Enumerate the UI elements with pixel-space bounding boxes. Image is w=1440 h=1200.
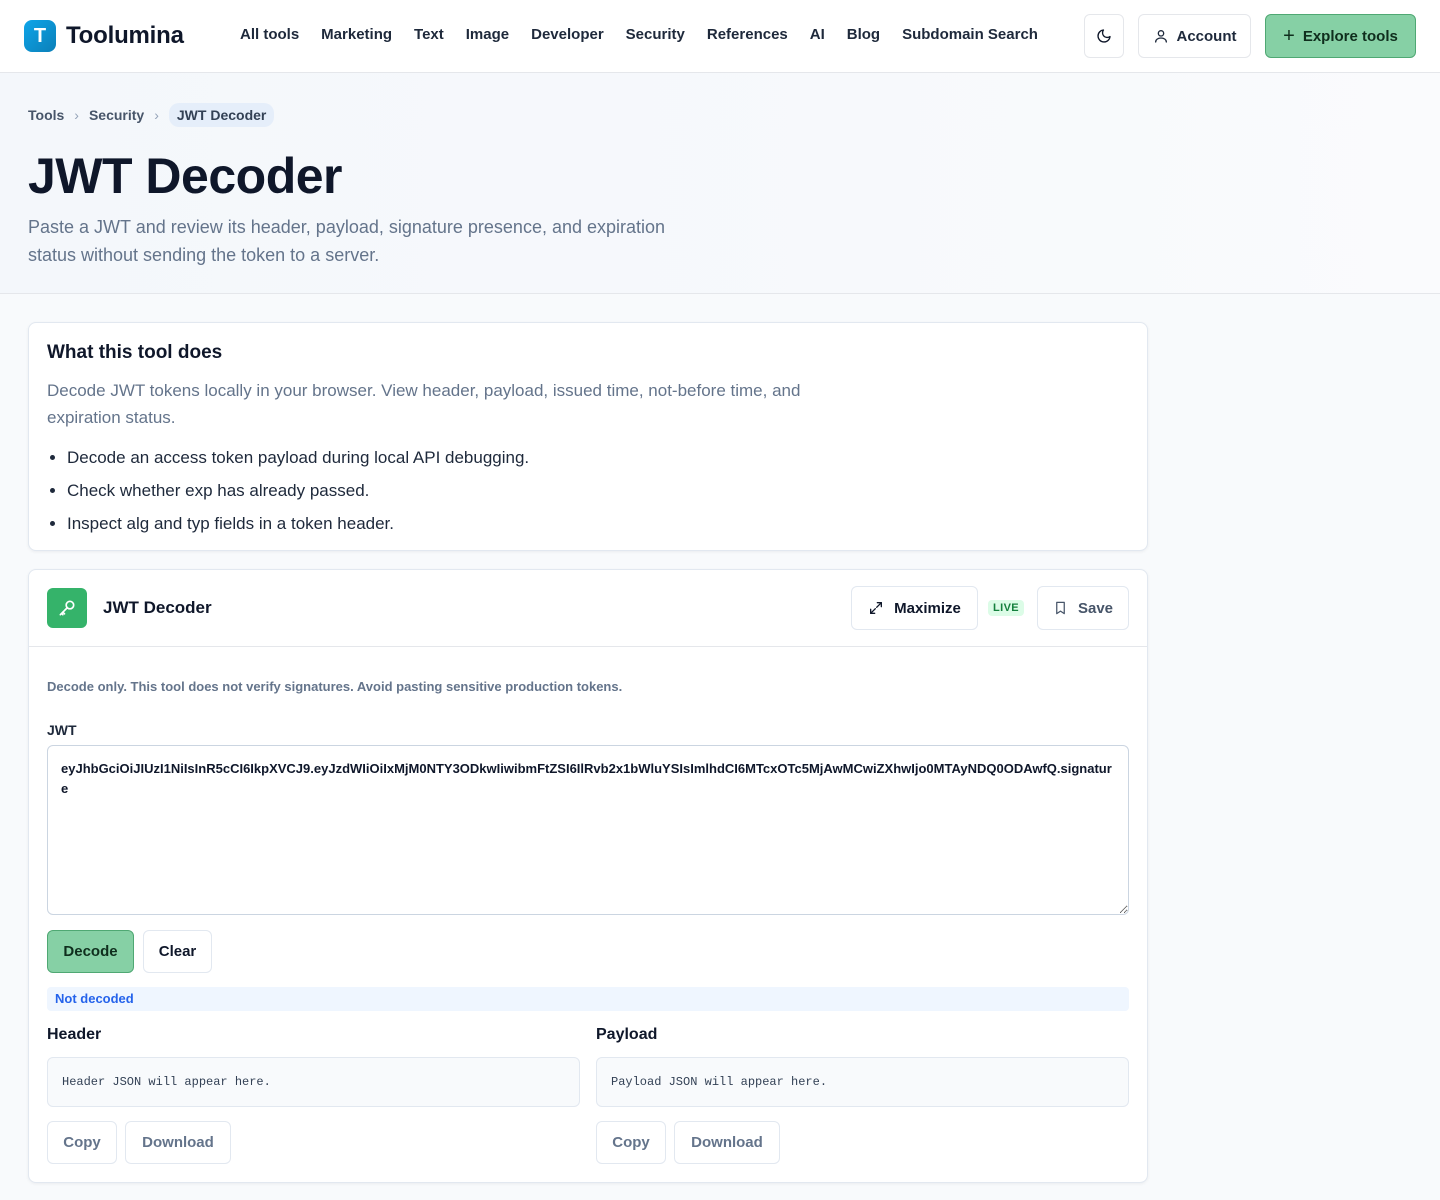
header-output-label: Header — [47, 1026, 102, 1043]
jwt-input-label: JWT — [47, 722, 77, 738]
breadcrumb: Tools › Security › JWT Decoder — [28, 103, 275, 127]
maximize-button[interactable]: Maximize — [851, 586, 978, 630]
chevron-right-icon: › — [154, 107, 159, 123]
brand-logo[interactable]: T Toolumina — [24, 20, 184, 52]
page-hero: Tools › Security › JWT Decoder JWT Decod… — [0, 73, 1440, 294]
account-button[interactable]: Account — [1138, 14, 1251, 58]
clear-button[interactable]: Clear — [143, 930, 212, 973]
nav-item-marketing[interactable]: Marketing — [321, 26, 392, 43]
user-icon — [1154, 30, 1167, 43]
breadcrumb-security[interactable]: Security — [89, 107, 144, 123]
maximize-label: Maximize — [894, 599, 961, 617]
bookmark-icon — [1056, 601, 1065, 615]
key-icon — [47, 588, 87, 628]
header-copy-button[interactable]: Copy — [47, 1121, 117, 1164]
header-download-button[interactable]: Download — [125, 1121, 231, 1164]
explore-tools-label: Explore tools — [1302, 27, 1398, 45]
payload-output-label: Payload — [596, 1026, 658, 1043]
nav-item-image[interactable]: Image — [466, 26, 509, 43]
brand-name: Toolumina — [66, 22, 184, 49]
decode-notice: Decode only. This tool does not verify s… — [47, 679, 623, 694]
plus-icon: + — [1283, 25, 1295, 47]
tool-name: JWT Decoder — [103, 598, 212, 617]
nav-item-subdomain-search[interactable]: Subdomain Search — [902, 26, 1038, 43]
tool-header: JWT Decoder Maximize LIVE Save — [29, 570, 1147, 647]
moon-icon — [1097, 29, 1111, 43]
top-navigation-bar: T Toolumina All tools Marketing Text Ima… — [0, 0, 1440, 73]
account-label: Account — [1176, 27, 1237, 45]
header-output[interactable]: Header JSON will appear here. — [47, 1057, 580, 1107]
list-item: Check whether exp has already passed. — [67, 474, 529, 507]
page-subtitle: Paste a JWT and review its header, paylo… — [28, 217, 666, 265]
decode-status: Not decoded — [47, 987, 1129, 1011]
breadcrumb-current: JWT Decoder — [168, 103, 275, 127]
list-item: Inspect alg and typ fields in a token he… — [67, 507, 529, 540]
expand-icon — [870, 602, 883, 614]
theme-toggle-button[interactable] — [1084, 14, 1124, 58]
nav-item-text[interactable]: Text — [414, 26, 444, 43]
nav-item-developer[interactable]: Developer — [531, 26, 604, 43]
payload-download-button[interactable]: Download — [674, 1121, 780, 1164]
nav-item-references[interactable]: References — [707, 26, 788, 43]
main-nav: All tools Marketing Text Image Developer… — [240, 26, 1038, 43]
save-button[interactable]: Save — [1037, 586, 1129, 630]
nav-item-ai[interactable]: AI — [810, 26, 825, 43]
nav-item-security[interactable]: Security — [626, 26, 685, 43]
payload-copy-button[interactable]: Copy — [596, 1121, 666, 1164]
info-description: Decode JWT tokens locally in your browse… — [47, 381, 801, 427]
tool-info-card: What this tool does Decode JWT tokens lo… — [28, 322, 1148, 551]
decode-button[interactable]: Decode — [47, 930, 134, 973]
breadcrumb-tools[interactable]: Tools — [28, 107, 64, 123]
payload-output[interactable]: Payload JSON will appear here. — [596, 1057, 1129, 1107]
info-title: What this tool does — [47, 342, 223, 363]
use-case-list: Decode an access token payload during lo… — [67, 441, 529, 540]
live-badge: LIVE — [988, 600, 1025, 616]
list-item: Decode an access token payload during lo… — [67, 441, 529, 474]
page-title: JWT Decoder — [28, 148, 343, 204]
chevron-right-icon: › — [74, 107, 79, 123]
save-label: Save — [1077, 599, 1114, 617]
explore-tools-button[interactable]: + Explore tools — [1265, 14, 1416, 58]
jwt-decoder-tool: JWT Decoder Maximize LIVE Save Decode on… — [28, 569, 1148, 1183]
logo-mark-icon: T — [24, 20, 56, 52]
jwt-input[interactable]: eyJhbGciOiJIUzI1NiIsInR5cCI6IkpXVCJ9.eyJ… — [47, 745, 1129, 915]
nav-item-blog[interactable]: Blog — [847, 26, 880, 43]
nav-item-all-tools[interactable]: All tools — [240, 26, 299, 43]
